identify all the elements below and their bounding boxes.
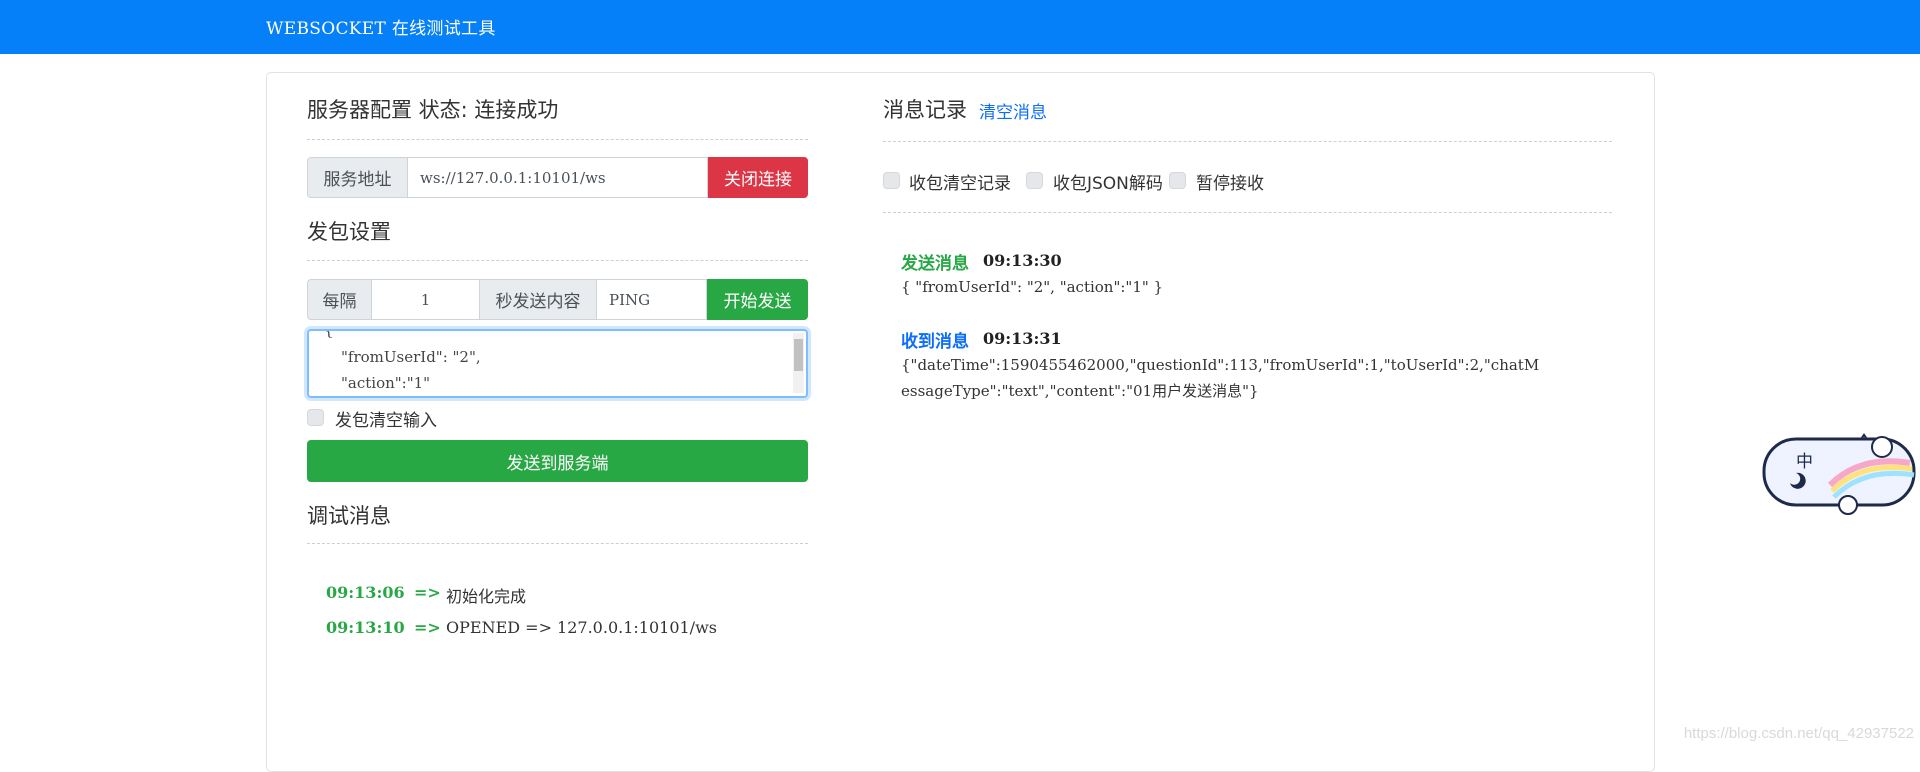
option-label: 收包JSON解码	[1053, 174, 1163, 194]
log-text: OPENED => 127.0.0.1:10101/ws	[446, 618, 717, 637]
sent-message-time: 09:13:30	[983, 251, 1062, 270]
message-textarea[interactable]: { "fromUserId": "2", "action":"1"	[307, 329, 808, 398]
textarea-scrollbar[interactable]	[793, 333, 804, 393]
start-sending-button[interactable]: 开始发送	[707, 279, 808, 320]
log-time: 09:13:10	[326, 618, 405, 637]
clear-records-checkbox[interactable]	[883, 172, 900, 189]
auto-send-group: 每隔 1 秒发送内容 PING 开始发送	[307, 279, 808, 320]
sent-message-body: { "fromUserId": "2", "action":"1" }	[901, 278, 1164, 296]
log-arrow: =>	[414, 618, 441, 637]
clear-input-label: 发包清空输入	[335, 411, 437, 431]
server-config-title: 服务器配置 状态: 连接成功	[307, 98, 559, 122]
divider	[307, 260, 808, 261]
json-decode-checkbox[interactable]	[1026, 172, 1043, 189]
server-address-group: 服务地址 ws://127.0.0.1:10101/ws 关闭连接	[307, 157, 808, 198]
app-title: WEBSOCKET 在线测试工具	[266, 19, 496, 39]
watermark: https://blog.csdn.net/qq_42937522	[1683, 725, 1914, 742]
message-log-title: 消息记录	[883, 98, 967, 122]
option-label: 收包清空记录	[909, 174, 1011, 194]
log-time: 09:13:06	[326, 583, 405, 602]
log-text: 初始化完成	[446, 587, 527, 606]
debug-title: 调试消息	[307, 504, 391, 528]
divider	[307, 139, 808, 140]
log-arrow: =>	[414, 583, 441, 602]
interval-input[interactable]: 1	[372, 279, 480, 320]
received-message-body-line2: essageType":"text","content":"01用户发送消息"}	[901, 382, 1259, 400]
pause-receive-checkbox[interactable]	[1169, 172, 1186, 189]
received-message-body-line1: {"dateTime":1590455462000,"questionId":1…	[901, 356, 1540, 374]
divider	[307, 543, 808, 544]
close-connection-button[interactable]: 关闭连接	[708, 157, 808, 198]
scrollbar-thumb[interactable]	[794, 339, 803, 371]
option-label: 暂停接收	[1196, 174, 1264, 194]
divider	[883, 141, 1612, 142]
sent-message-label: 发送消息	[901, 254, 969, 274]
top-navbar: WEBSOCKET 在线测试工具	[0, 0, 1920, 54]
send-settings-title: 发包设置	[307, 220, 391, 244]
received-message-time: 09:13:31	[983, 329, 1062, 348]
server-address-input[interactable]: ws://127.0.0.1:10101/ws	[408, 157, 708, 198]
divider	[883, 212, 1612, 213]
textarea-line: {	[324, 329, 334, 339]
clear-messages-link[interactable]: 清空消息	[979, 98, 1047, 123]
received-message-label: 收到消息	[901, 332, 969, 352]
mascot-char: 中	[1796, 452, 1813, 472]
auto-content-input[interactable]: PING	[597, 279, 707, 320]
textarea-line: "action":"1"	[341, 374, 431, 392]
clear-input-checkbox[interactable]	[307, 409, 324, 426]
textarea-line: "fromUserId": "2",	[341, 348, 481, 366]
server-address-label: 服务地址	[307, 157, 408, 198]
content-label: 秒发送内容	[480, 279, 597, 320]
every-label: 每隔	[307, 279, 372, 320]
ime-mascot-icon[interactable]: 中	[1760, 425, 1920, 524]
send-to-server-button[interactable]: 发送到服务端	[307, 440, 808, 482]
